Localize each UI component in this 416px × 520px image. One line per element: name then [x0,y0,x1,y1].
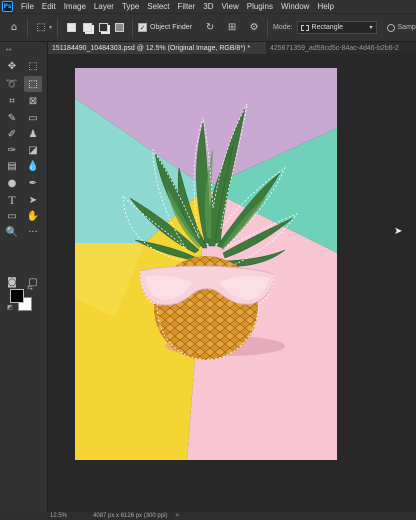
mode-value: Rectangle [311,24,344,31]
brush-tool-icon[interactable]: ✐ [3,126,21,142]
home-icon[interactable]: ⌂ [6,20,22,36]
document-tab-bar: 151184490_10484303.psd @ 12.5% (Original… [48,42,416,54]
zoom-level[interactable]: 12.5% [50,513,67,519]
tool-preset-chevron-icon[interactable]: ▾ [49,24,52,31]
divider [27,18,28,37]
mode-select[interactable]: Rectangle ▾ [296,21,377,34]
new-selection-icon[interactable] [63,20,79,36]
hand-tool-icon[interactable]: ✋ [24,208,42,224]
move-tool-icon[interactable]: ✥ [3,58,21,74]
menu-filter[interactable]: Filter [174,2,200,11]
menu-image[interactable]: Image [60,2,90,11]
clone-stamp-tool-icon[interactable]: ♟ [24,126,42,142]
lasso-tool-icon[interactable]: ➰ [3,76,21,92]
rectangle-tool-icon[interactable]: ▭ [3,208,21,224]
type-tool-icon[interactable]: T [3,192,21,208]
divider [267,18,269,37]
menu-view[interactable]: View [218,2,243,11]
menu-bar: Ps File Edit Image Layer Type Select Fil… [0,0,416,14]
show-all-objects-icon[interactable]: ⊞ [224,20,240,36]
status-menu-chevron-icon[interactable]: > [175,513,179,519]
gear-icon[interactable]: ⚙ [246,20,262,36]
tab-active-document[interactable]: 151184490_10484303.psd @ 12.5% (Original… [48,42,266,54]
menu-3d[interactable]: 3D [199,2,217,11]
intersect-selection-icon[interactable] [111,20,127,36]
screen-mode-icon[interactable]: ▢ [24,274,42,290]
add-to-selection-icon[interactable] [79,20,95,36]
menu-select[interactable]: Select [143,2,173,11]
menu-help[interactable]: Help [313,2,337,11]
default-colors-icon[interactable]: ◩ [7,304,13,311]
zoom-tool-icon[interactable]: 🔍 [3,224,21,240]
document-canvas[interactable] [75,68,337,460]
canvas-area[interactable]: ➤ [48,54,416,512]
history-brush-tool-icon[interactable]: ✑ [3,142,21,158]
mode-label: Mode: [273,24,293,31]
document-dimensions: 4087 px x 6126 px (300 ppi) [93,513,168,519]
status-bar: 12.5% 4087 px x 6126 px (300 ppi) > [0,512,416,520]
spot-healing-tool-icon[interactable]: ▭ [24,110,42,126]
options-bar: ⌂ ⬚ ▾ ✓ Object Finder ↻ ⊞ ⚙ Mode: Rectan… [0,14,416,42]
menu-plugins[interactable]: Plugins [243,2,277,11]
foreground-color-swatch[interactable] [10,289,24,303]
divider [132,18,134,37]
eraser-tool-icon[interactable]: ◪ [24,142,42,158]
refresh-icon[interactable]: ↻ [202,20,218,36]
divider [57,18,59,37]
dodge-tool-icon[interactable]: ● [3,175,21,191]
pineapple-photo [75,68,337,460]
panel-grip-icon[interactable]: ▸▸ [6,46,12,53]
rectangle-icon [300,24,309,31]
pen-tool-icon[interactable]: ✒ [24,175,42,191]
menu-file[interactable]: File [17,2,38,11]
menu-layer[interactable]: Layer [90,2,118,11]
menu-type[interactable]: Type [118,2,143,11]
sample-label: Samp [397,24,416,31]
crop-tool-icon[interactable]: ⌗ [3,93,21,109]
frame-tool-icon[interactable]: ⊠ [24,93,42,109]
eyedropper-tool-icon[interactable]: ✎ [3,110,21,126]
subtract-from-selection-icon[interactable] [95,20,111,36]
path-selection-tool-icon[interactable]: ➤ [24,192,42,208]
object-selection-tool-icon[interactable]: ⬚ [33,20,49,36]
gradient-tool-icon[interactable]: ▤ [3,158,21,174]
object-finder-label: Object Finder [150,24,193,31]
menu-edit[interactable]: Edit [38,2,60,11]
chevron-down-icon: ▾ [369,25,373,31]
more-tools-icon[interactable]: ··· [24,224,42,240]
marquee-tool-icon[interactable]: ⬚ [24,58,42,74]
object-selection-tool-icon[interactable]: ⬚ [24,76,42,92]
tools-panel: ▸▸ ✥ ⬚ ➰ ⬚ ⌗ ⊠ ✎ ▭ ✐ ♟ ✑ ◪ ▤ 💧 ● ✒ T ➤ ▭… [0,42,48,512]
sample-all-layers-checkbox[interactable] [386,23,395,32]
quick-mask-icon[interactable]: ◙ [3,274,21,290]
menu-window[interactable]: Window [277,2,313,11]
blur-tool-icon[interactable]: 💧 [24,158,42,174]
object-finder-checkbox[interactable]: ✓ [138,23,148,32]
tab-inactive-document[interactable]: 425671359_ad59cd5c-84ac-4d46-b2b6-2 [266,42,416,54]
mouse-cursor-icon: ➤ [394,226,403,237]
photoshop-logo-icon[interactable]: Ps [2,1,13,12]
